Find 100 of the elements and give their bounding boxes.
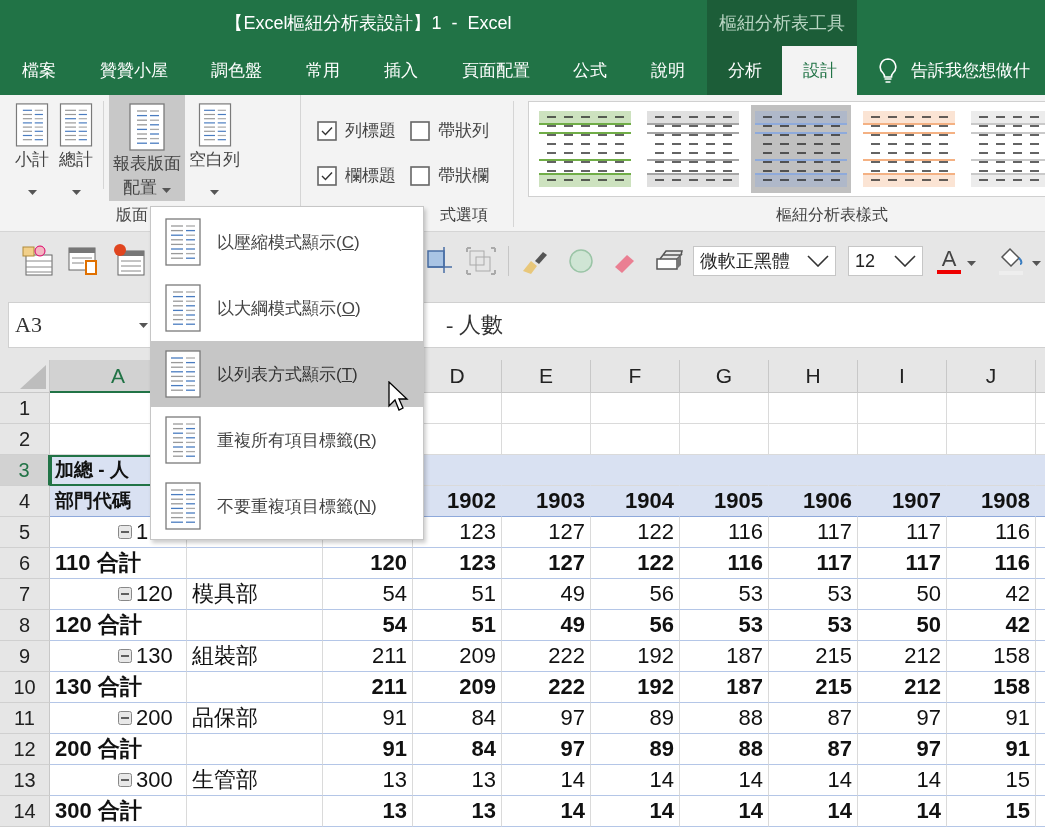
checkbox-icon[interactable] [317,165,337,186]
table-cell: 14 [738,767,763,793]
layout-button[interactable]: 總計 [54,95,98,201]
row-header[interactable]: 5 [0,517,50,548]
table-cell: 116 [994,550,1030,576]
table-cell: 117 [905,519,941,545]
menu-item[interactable]: 重複所有項目標籤(R) [151,407,423,473]
menu-item[interactable]: 以列表方式顯示(T) [151,341,423,407]
table-shapes-icon[interactable] [20,243,56,279]
font-size-field[interactable]: 12 [848,246,923,276]
style-option-checkbox[interactable]: 帶狀列 [410,119,489,142]
menu-item[interactable]: 不要重複項目標籤(N) [151,473,423,539]
table-cell: 56 [649,612,674,638]
layout-button[interactable]: 空白列 [185,95,244,201]
ribbon-tab[interactable]: 頁面配置 [455,46,536,95]
ribbon-tab[interactable]: 設計 [782,46,857,95]
column-header[interactable]: H [769,360,858,393]
table-cell: 51 [471,581,496,607]
layout-button[interactable]: 報表版面 配置 [109,95,185,201]
table-cell-text: 加總 - 人 [55,458,129,482]
table-style-thumbnail[interactable] [751,105,851,193]
row-header[interactable]: 13 [0,765,50,796]
checkbox-icon[interactable] [410,120,430,141]
collapse-icon[interactable] [118,773,132,787]
table-cell: 87 [827,705,852,731]
table-cell: 91 [1005,705,1030,731]
caret-icon [161,188,171,194]
table-cell: 123 [459,550,496,576]
table-cell: 116 [994,519,1030,545]
table-cell: 211 [371,643,407,669]
row-header[interactable]: 3 [0,455,50,486]
table-cell: 53 [827,612,852,638]
layout-icon [165,218,201,266]
layout-button[interactable]: 小計 [10,95,54,201]
checkbox-icon[interactable] [410,165,430,186]
tell-me-field[interactable]: 告訴我您想做什 [911,59,1030,82]
row-header[interactable]: 9 [0,641,50,672]
table-cell: 122 [637,519,674,545]
ribbon-tab[interactable]: 常用 [300,46,347,95]
collapse-icon[interactable] [118,587,132,601]
table-cell: 14 [827,767,852,793]
table-cell-text: 110 合計 [55,549,141,577]
table-cell: 97 [560,705,585,731]
table-cell: 53 [738,581,763,607]
lightbulb-icon[interactable] [879,57,897,84]
table-cell: 13 [471,767,496,793]
style-option-checkbox[interactable]: 帶狀欄 [410,164,489,187]
table-cell: 222 [548,643,585,669]
chevron-icon[interactable] [894,255,916,267]
column-header[interactable]: G [680,360,769,393]
table-cell: 88 [738,705,763,731]
style-option-checkbox[interactable]: 列標題 [317,119,396,142]
table-cell-text: 部門代碼 [55,489,131,513]
table-cell: 187 [726,674,763,700]
collapse-icon[interactable] [118,649,132,663]
table-cell: 122 [637,550,674,576]
row-header[interactable]: 11 [0,703,50,734]
table-dot-icon[interactable] [112,243,148,279]
layout-icon [165,482,201,530]
table-cell: 158 [993,674,1030,700]
row-header[interactable]: 2 [0,424,50,455]
table-cell: 130 [136,643,173,669]
table-cell: 84 [471,736,496,762]
table-cell: 87 [827,736,852,762]
menu-item[interactable]: 以壓縮模式顯示(C) [151,209,423,275]
table-cell: 54 [382,612,407,638]
style-option-checkbox[interactable]: 欄標題 [317,164,396,187]
column-header[interactable]: I [858,360,947,393]
row-header[interactable]: 12 [0,734,50,765]
table-cell: 14 [560,798,585,824]
table-cell: 89 [649,736,674,762]
collapse-icon[interactable] [118,711,132,725]
column-header[interactable]: J [947,360,1036,393]
ribbon-tab[interactable]: 說明 [645,46,692,95]
row-header[interactable]: 1 [0,393,50,424]
row-header[interactable]: 10 [0,672,50,703]
chevron-icon[interactable] [807,255,829,267]
table-cell: 1903 [536,488,585,514]
ribbon-tab[interactable]: 調色盤 [205,46,269,95]
font-color-button[interactable]: A [937,248,961,274]
ribbon-tab[interactable]: 公式 [567,46,614,95]
font-field[interactable]: 微軟正黑體 [693,246,836,276]
column-header[interactable]: E [502,360,591,393]
row-header[interactable]: 8 [0,610,50,641]
row-header[interactable]: 6 [0,548,50,579]
table-cell: 97 [916,736,941,762]
checkbox-icon[interactable] [317,120,337,141]
table-cell: 42 [1005,612,1030,638]
table-cell: 209 [459,643,496,669]
row-header[interactable]: 7 [0,579,50,610]
collapse-icon[interactable] [118,525,132,539]
table-cell: 1902 [447,488,496,514]
ribbon-tab[interactable]: 贊贊小屋 [93,46,174,95]
ribbon-tab[interactable]: 分析 [707,46,782,95]
ribbon-tab[interactable]: 檔案 [15,46,62,95]
row-header[interactable]: 4 [0,486,50,517]
row-header[interactable]: 14 [0,796,50,827]
group-label: 樞紐分析表樣式 [775,204,888,225]
ribbon-tab[interactable]: 插入 [377,46,424,95]
column-header[interactable]: F [591,360,680,393]
